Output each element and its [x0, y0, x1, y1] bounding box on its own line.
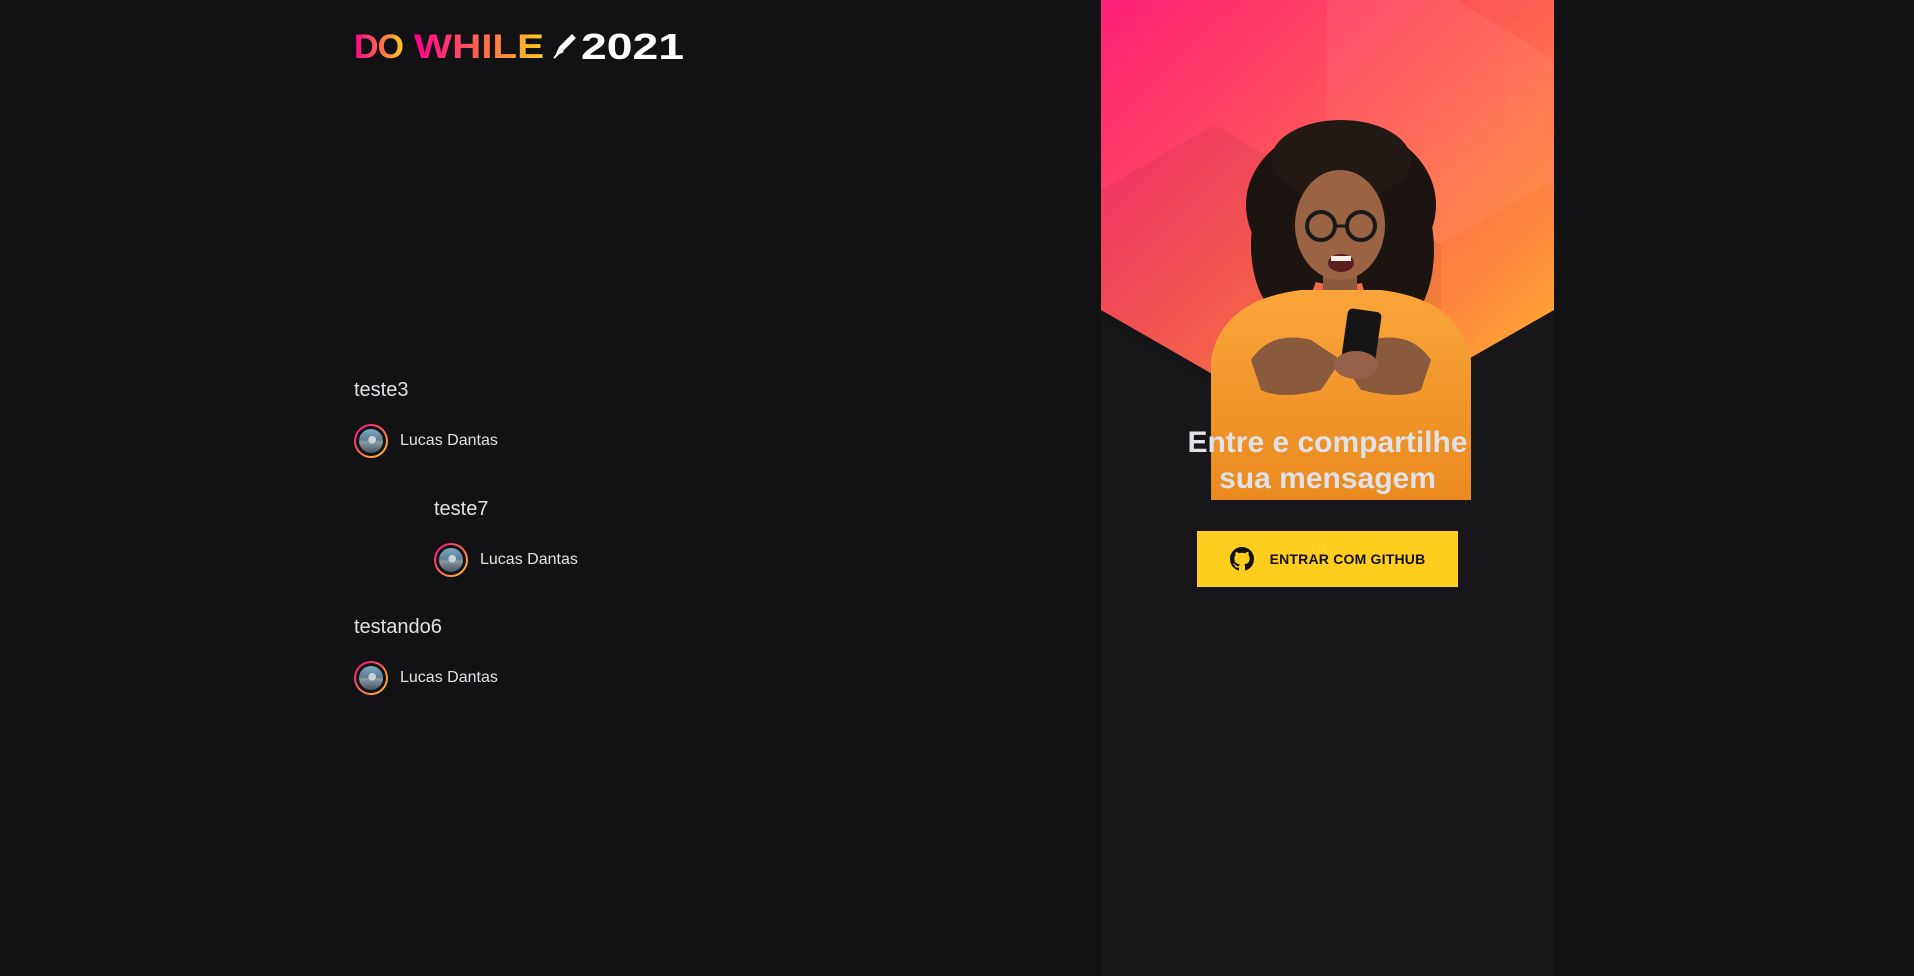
message-list-section: DO WHILE 2021 teste3 Lucas Dantas teste7… [354, 0, 1054, 976]
login-title-line1: Entre e compartilhe [1187, 426, 1468, 459]
user-name: Lucas Dantas [400, 432, 498, 449]
message-item: teste3 Lucas Dantas [354, 378, 754, 458]
dowhile-logo-icon: DO WHILE 2021 [354, 28, 684, 62]
user-avatar-image [356, 426, 386, 456]
rocket-icon [553, 34, 576, 59]
github-icon [1229, 547, 1254, 571]
login-title: Entre e compartilhe sua mensagem [1101, 425, 1554, 497]
logo-do-text: DO [354, 28, 404, 62]
login-title-line2: sua mensagem [1219, 462, 1436, 495]
user-avatar [354, 661, 388, 695]
user-avatar [354, 424, 388, 458]
message-content: teste7 [434, 498, 489, 520]
logo-year-text: 2021 [581, 28, 684, 62]
message-item: testando6 Lucas Dantas [354, 615, 754, 695]
message-content: testando6 [354, 616, 442, 638]
github-login-button[interactable]: ENTRAR COM GITHUB [1197, 531, 1458, 587]
login-box: Entre e compartilhe sua mensagem ENTRAR … [1101, 0, 1554, 976]
github-login-button-label: ENTRAR COM GITHUB [1269, 551, 1426, 567]
user-avatar [434, 543, 468, 577]
message-user: Lucas Dantas [354, 661, 754, 695]
message-user: Lucas Dantas [354, 424, 754, 458]
message-user: Lucas Dantas [434, 543, 834, 577]
dowhile-logo: DO WHILE 2021 [354, 28, 684, 62]
user-avatar-image [356, 663, 386, 693]
user-avatar-image [436, 545, 466, 575]
user-name: Lucas Dantas [480, 551, 578, 568]
message-item: teste7 Lucas Dantas [434, 497, 834, 577]
logo-while-text: WHILE [414, 28, 544, 62]
user-name: Lucas Dantas [400, 669, 498, 686]
message-content: teste3 [354, 379, 409, 401]
app: DO WHILE 2021 teste3 Lucas Dantas teste7… [0, 0, 1914, 976]
